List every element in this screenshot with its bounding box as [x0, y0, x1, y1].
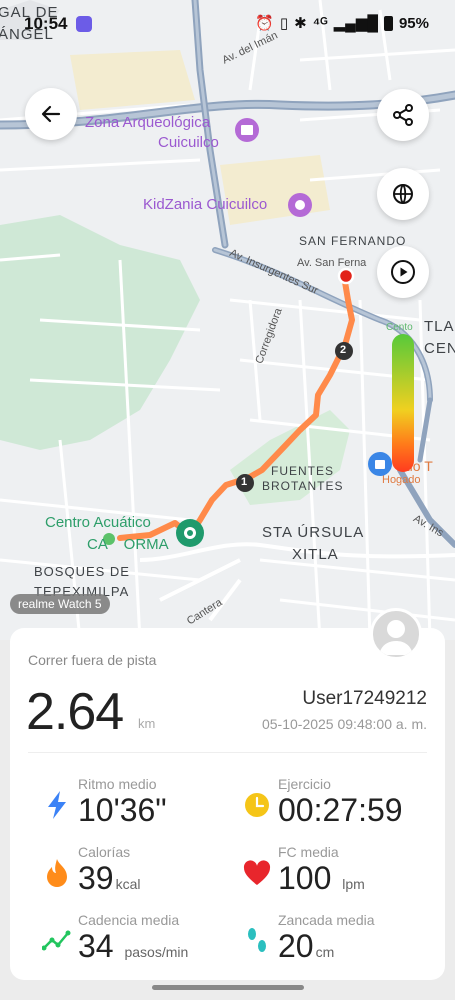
map-label-poi[interactable]: KidZania Cuicuilco	[143, 196, 267, 213]
status-icons: ⏰ ▯ ✱ ⁴ᴳ ▂▄▆█ 95%	[255, 14, 429, 33]
lightning-icon	[42, 790, 72, 820]
user-avatar[interactable]	[370, 608, 422, 660]
stat-label: Zancada media	[278, 912, 375, 928]
flame-icon	[42, 858, 72, 888]
divider	[28, 752, 427, 753]
map-label-poi[interactable]: Cuicuilco	[158, 134, 219, 151]
map-label-area: TLA	[424, 318, 455, 335]
map-label-poi[interactable]: Zona Arqueológica	[85, 114, 210, 131]
cadence-icon	[42, 926, 72, 956]
stat-exercise: Ejercicio 00:27:59	[242, 776, 442, 836]
map-label-poi: CA ORMA	[87, 536, 169, 553]
map-label-area: XITLA	[292, 546, 339, 563]
battery-percent: 95%	[398, 14, 429, 32]
activity-type: Correr fuera de pista	[28, 652, 157, 668]
activity-datetime: 05-10-2025 09:48:00 a. m.	[261, 716, 427, 732]
map-label-area: BROTANTES	[262, 479, 344, 493]
globe-icon	[393, 184, 413, 204]
distance-unit: km	[138, 716, 156, 731]
network-icon: ⁴ᴳ	[312, 14, 328, 32]
share-icon	[393, 104, 413, 126]
share-button[interactable]	[377, 89, 429, 141]
pace-gradient-legend	[392, 334, 414, 472]
map-label-poi-sub: Hogado	[382, 474, 421, 486]
stat-value: 39 kcal	[78, 860, 141, 896]
status-bar: 10:54 ⏰ ▯ ✱ ⁴ᴳ ▂▄▆█ 95%	[0, 0, 455, 48]
back-button[interactable]	[25, 88, 77, 140]
stat-stride: Zancada media 20 cm	[242, 912, 442, 972]
map-label-area: FUENTES	[271, 464, 335, 478]
stat-label: Ejercicio	[278, 776, 331, 792]
stat-label: FC media	[278, 844, 339, 860]
alarm-icon: ⏰	[255, 15, 274, 32]
status-time: 10:54	[24, 14, 68, 33]
device-chip: realme Watch 5	[10, 594, 110, 614]
stat-label: Ritmo medio	[78, 776, 157, 792]
stat-value: 34 pasos/min	[78, 928, 189, 964]
gradient-bar-label: Cento	[386, 322, 413, 333]
km-marker-1: 1	[241, 476, 248, 488]
activity-detail-screen: GAL DE ÁNGEL Av. del Imán Zona Arqueológ…	[0, 0, 455, 1000]
map-label-area: SAN FERNANDO	[299, 234, 407, 248]
stat-label: Calorías	[78, 844, 131, 860]
map-layer-button[interactable]	[377, 168, 429, 220]
battery-icon	[383, 15, 393, 31]
stat-calories: Calorías 39 kcal	[42, 844, 232, 904]
map-label-poi[interactable]: Centro Acuático	[45, 514, 151, 531]
stat-cadence: Cadencia media 34 pasos/min	[42, 912, 242, 972]
stat-value: 100 lpm	[278, 860, 365, 896]
user-name: User17249212	[302, 688, 427, 709]
distance-value: 2.64	[26, 683, 124, 741]
app-notification-icon	[76, 16, 92, 32]
replay-button[interactable]	[377, 246, 429, 298]
stat-unit: pasos/min	[124, 944, 189, 960]
stat-value: 00:27:59	[278, 792, 403, 828]
clock-icon	[242, 790, 272, 820]
stat-label: Cadencia media	[78, 912, 180, 928]
activity-summary-card: Correr fuera de pista 2.64 km User172492…	[10, 628, 445, 980]
map-label-area: CEN	[424, 340, 455, 357]
stat-value: 20 cm	[278, 928, 335, 964]
stat-pace: Ritmo medio 10'36"	[42, 776, 232, 836]
map-label-area: STA ÚRSULA	[262, 524, 365, 541]
km-marker-2: 2	[340, 344, 347, 356]
stat-unit: lpm	[342, 876, 365, 892]
stat-unit: cm	[315, 944, 335, 960]
map-label-area: BOSQUES DE	[34, 564, 130, 579]
stat-value: 10'36"	[78, 792, 167, 828]
heart-icon	[242, 858, 272, 888]
play-icon	[391, 260, 415, 284]
map-label-road: Av. San Ferna	[297, 257, 367, 269]
signal-icon: ▂▄▆█	[333, 15, 378, 32]
vibrate-icon: ▯	[279, 15, 289, 32]
bluetooth-icon: ✱	[294, 15, 307, 32]
stat-unit: kcal	[115, 876, 141, 892]
back-arrow-icon	[41, 105, 61, 123]
home-indicator[interactable]	[152, 985, 304, 990]
footprints-icon	[242, 926, 272, 956]
stat-heart-rate: FC media 100 lpm	[242, 844, 442, 904]
